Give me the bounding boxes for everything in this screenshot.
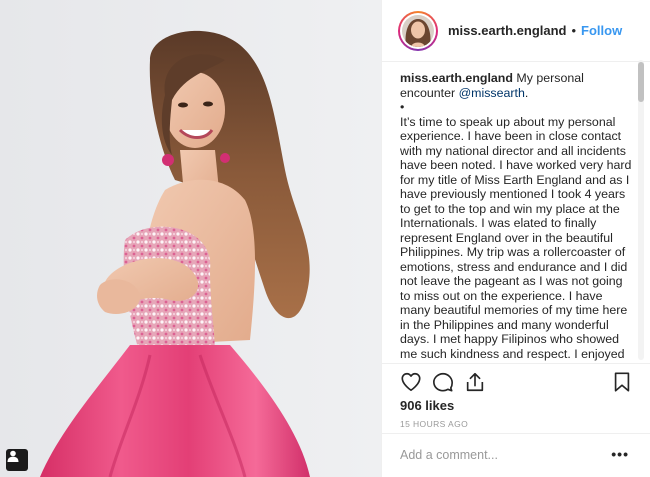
post-header: miss.earth.england • Follow <box>382 0 650 62</box>
more-options-button[interactable]: ••• <box>611 447 629 461</box>
follow-button[interactable]: Follow <box>581 23 622 38</box>
comment-box: ••• <box>382 433 650 477</box>
likes-count[interactable]: 906 likes <box>400 398 454 413</box>
caption-mention-link[interactable]: @missearth <box>459 86 525 100</box>
caption-username[interactable]: miss.earth.england <box>400 71 513 85</box>
caption-body: It’s time to speak up about my personal … <box>400 114 632 361</box>
caption-scrollbar[interactable] <box>638 60 644 360</box>
scrollbar-thumb[interactable] <box>638 62 644 102</box>
caption: miss.earth.england My personal encounter… <box>400 71 632 361</box>
comment-button[interactable] <box>432 371 454 393</box>
avatar-border <box>400 12 436 49</box>
user-tag-button[interactable] <box>6 449 28 471</box>
post-photo[interactable] <box>0 0 381 477</box>
avatar[interactable] <box>398 10 438 51</box>
heart-icon <box>401 372 421 392</box>
comment-bubble-icon <box>433 372 453 392</box>
caption-intro-end: . <box>524 85 529 100</box>
user-tag-icon <box>7 450 19 462</box>
post-details-panel: miss.earth.england • Follow miss.earth.e… <box>381 0 650 477</box>
share-icon <box>466 372 484 392</box>
bookmark-icon <box>614 372 630 392</box>
avatar-image <box>402 14 434 47</box>
like-button[interactable] <box>400 371 422 393</box>
photo-illustration <box>0 0 381 477</box>
post-timestamp[interactable]: 15 HOURS AGO <box>400 419 468 429</box>
share-button[interactable] <box>464 371 486 393</box>
save-button[interactable] <box>611 371 633 393</box>
header-username[interactable]: miss.earth.england <box>448 23 566 38</box>
caption-bullet: • <box>400 100 405 114</box>
caption-area[interactable]: miss.earth.england My personal encounter… <box>382 63 650 363</box>
comment-input[interactable] <box>400 444 600 466</box>
header-separator: • <box>571 23 577 38</box>
